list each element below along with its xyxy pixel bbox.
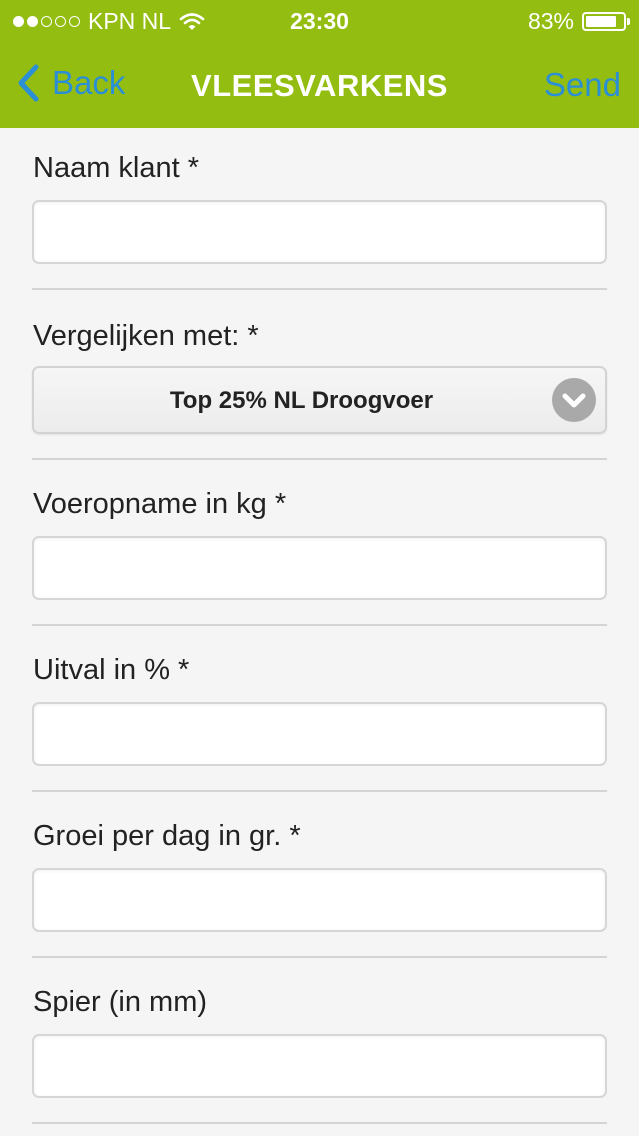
uitval-label: Uitval in % * bbox=[33, 654, 190, 686]
vergelijken-select[interactable]: Top 25% NL Droogvoer bbox=[32, 366, 607, 434]
status-bar: KPN NL 23:30 83% bbox=[0, 0, 639, 40]
voeropname-label: Voeropname in kg * bbox=[33, 488, 287, 520]
groei-label: Groei per dag in gr. * bbox=[33, 820, 301, 852]
divider bbox=[32, 790, 607, 792]
chevron-down-icon bbox=[552, 378, 596, 422]
naam-klant-input[interactable] bbox=[32, 200, 607, 264]
divider bbox=[32, 458, 607, 460]
navigation-bar: Back VLEESVARKENS Send bbox=[0, 40, 639, 128]
top-bar: KPN NL 23:30 83% Back VLEESVARKENS Send bbox=[0, 0, 639, 128]
divider bbox=[32, 956, 607, 958]
divider bbox=[32, 1122, 607, 1124]
send-button[interactable]: Send bbox=[544, 66, 621, 104]
vergelijken-label: Vergelijken met: * bbox=[33, 320, 259, 352]
status-right: 83% bbox=[527, 8, 630, 35]
groei-input[interactable] bbox=[32, 868, 607, 932]
uitval-input[interactable] bbox=[32, 702, 607, 766]
naam-klant-label: Naam klant * bbox=[33, 152, 200, 184]
app-screen: KPN NL 23:30 83% Back VLEESVARKENS Send … bbox=[0, 0, 639, 1136]
spier-input[interactable] bbox=[32, 1034, 607, 1098]
voeropname-input[interactable] bbox=[32, 536, 607, 600]
divider bbox=[32, 288, 607, 290]
battery-icon bbox=[582, 12, 630, 31]
vergelijken-selected-value: Top 25% NL Droogvoer bbox=[169, 387, 434, 414]
spier-label: Spier (in mm) bbox=[33, 986, 208, 1018]
divider bbox=[32, 624, 607, 626]
battery-percent: 83% bbox=[527, 8, 574, 34]
